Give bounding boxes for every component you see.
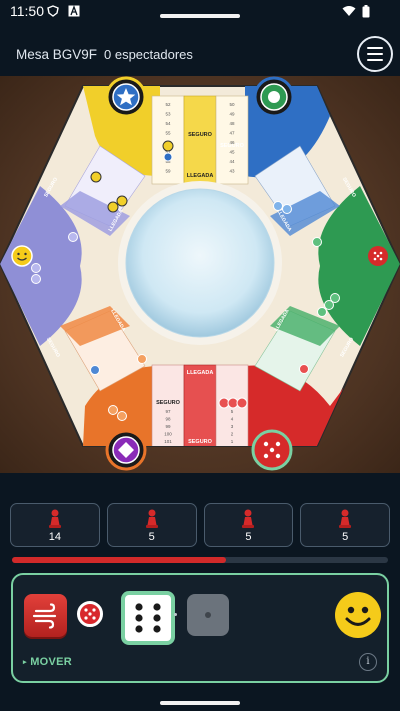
mini-die-button[interactable] xyxy=(77,601,103,627)
player-counter[interactable]: 5 xyxy=(106,503,197,547)
smiley-icon xyxy=(345,606,371,626)
green-piece[interactable] xyxy=(312,237,322,247)
track-number: 43 xyxy=(229,169,235,174)
orange-piece[interactable] xyxy=(90,365,100,375)
red-player-badge[interactable] xyxy=(251,429,293,471)
counter-value: 5 xyxy=(148,531,155,543)
red-pawn-icon xyxy=(242,509,255,528)
yellow-arrival-lane[interactable] xyxy=(183,95,217,185)
counter-value: 14 xyxy=(48,531,61,543)
track-number: 100 xyxy=(164,432,172,437)
purple-player-badge[interactable] xyxy=(11,245,33,267)
track-number: 48 xyxy=(229,121,235,126)
counter-value: 5 xyxy=(342,531,349,543)
red-arrival-label: LLEGADA xyxy=(187,370,214,376)
blue-piece[interactable] xyxy=(163,152,173,162)
die-separator xyxy=(174,613,177,616)
dice-icon xyxy=(84,608,96,620)
menu-button[interactable] xyxy=(357,36,393,72)
table-header: Mesa BGV9F 0 espectadores xyxy=(0,36,400,76)
yellow-safe-label: SEGURO xyxy=(188,132,213,138)
yellow-arrival-label: LLEGADA xyxy=(187,173,214,179)
track-number: 45 xyxy=(229,150,235,155)
home-indicator[interactable] xyxy=(160,701,240,705)
red-pawn-icon xyxy=(145,509,158,528)
emoji-button[interactable] xyxy=(335,592,381,638)
triangle-right-icon: ▸ xyxy=(23,659,27,666)
yellow-piece[interactable] xyxy=(90,171,102,183)
track-number: 59 xyxy=(165,169,171,174)
spectator-count: 0 espectadores xyxy=(104,47,193,62)
blue-piece[interactable] xyxy=(282,204,292,214)
track-number: 52 xyxy=(165,102,171,107)
red-piece[interactable] xyxy=(299,364,309,374)
counter-value: 5 xyxy=(245,531,252,543)
track-number: 50 xyxy=(229,102,235,107)
mover-action[interactable]: ▸ MOVER xyxy=(23,656,72,668)
track-number: 99 xyxy=(165,424,171,429)
purple-piece[interactable] xyxy=(31,274,41,284)
player-counters: 14 5 5 5 xyxy=(10,503,390,547)
green-piece[interactable] xyxy=(317,307,327,317)
red-safe-label-2: SEGURO xyxy=(188,439,213,445)
die-six[interactable] xyxy=(121,591,175,645)
control-panel: ▸ MOVER i xyxy=(11,573,389,683)
dice-empty-icon xyxy=(205,612,211,618)
track-number: 47 xyxy=(229,131,235,136)
board-canvas[interactable]: SEGURO LLEGADA LLEGADA SEGURO SEGURO SEG… xyxy=(0,76,400,473)
circle-icon xyxy=(268,91,280,103)
purple-piece[interactable] xyxy=(31,263,41,273)
wind-button[interactable] xyxy=(24,594,67,637)
table-name: Mesa BGV9F xyxy=(16,47,98,62)
yellow-piece[interactable] xyxy=(116,195,128,207)
orange-piece[interactable] xyxy=(117,411,127,421)
wifi-icon xyxy=(342,6,356,16)
orange-piece[interactable] xyxy=(137,354,147,364)
player-counter[interactable]: 5 xyxy=(300,503,390,547)
purple-piece[interactable] xyxy=(68,232,78,242)
track-number: 46 xyxy=(229,140,235,145)
track-number: 53 xyxy=(165,112,171,117)
mover-label: MOVER xyxy=(30,656,73,668)
text-a-icon xyxy=(68,5,80,17)
yellow-piece[interactable] xyxy=(107,201,119,213)
shield-icon xyxy=(47,5,59,17)
red-piece[interactable] xyxy=(236,397,248,409)
die-empty[interactable] xyxy=(187,594,229,636)
track-number: 101 xyxy=(164,439,172,444)
track-number: 54 xyxy=(165,121,171,126)
center-goal xyxy=(125,188,275,338)
info-icon: i xyxy=(366,656,370,667)
track-number: 44 xyxy=(229,159,235,164)
track-number: 49 xyxy=(229,112,235,117)
blue-player-badge[interactable] xyxy=(253,76,295,118)
game-board[interactable]: SEGURO LLEGADA LLEGADA SEGURO SEGURO SEG… xyxy=(0,76,400,473)
orange-player-badge[interactable] xyxy=(105,429,147,471)
blue-piece[interactable] xyxy=(273,201,283,211)
battery-icon xyxy=(362,5,370,18)
info-button[interactable]: i xyxy=(359,653,377,671)
dice-six-icon xyxy=(135,603,161,633)
track-number: 98 xyxy=(165,417,171,422)
track-number: 55 xyxy=(165,131,171,136)
green-player-badge[interactable] xyxy=(368,246,388,266)
player-counter[interactable]: 14 xyxy=(10,503,100,547)
green-piece[interactable] xyxy=(330,293,340,303)
track-number: 97 xyxy=(165,409,171,414)
orange-piece[interactable] xyxy=(108,405,118,415)
yellow-player-badge[interactable] xyxy=(105,76,147,118)
turn-timer-bar xyxy=(12,557,388,563)
wind-icon xyxy=(32,603,57,629)
red-pawn-icon xyxy=(339,509,352,528)
player-counter[interactable]: 5 xyxy=(203,503,294,547)
yellow-piece[interactable] xyxy=(162,140,174,152)
red-pawn-icon xyxy=(48,509,61,528)
status-time: 11:50 xyxy=(10,3,44,19)
hamburger-menu-icon xyxy=(367,47,383,49)
red-arrival-lane[interactable] xyxy=(183,364,217,447)
turn-timer-fill xyxy=(12,557,227,563)
status-bar: 11:50 xyxy=(0,0,400,24)
notch-pill xyxy=(160,14,240,18)
red-safe-label: SEGURO xyxy=(156,400,181,406)
